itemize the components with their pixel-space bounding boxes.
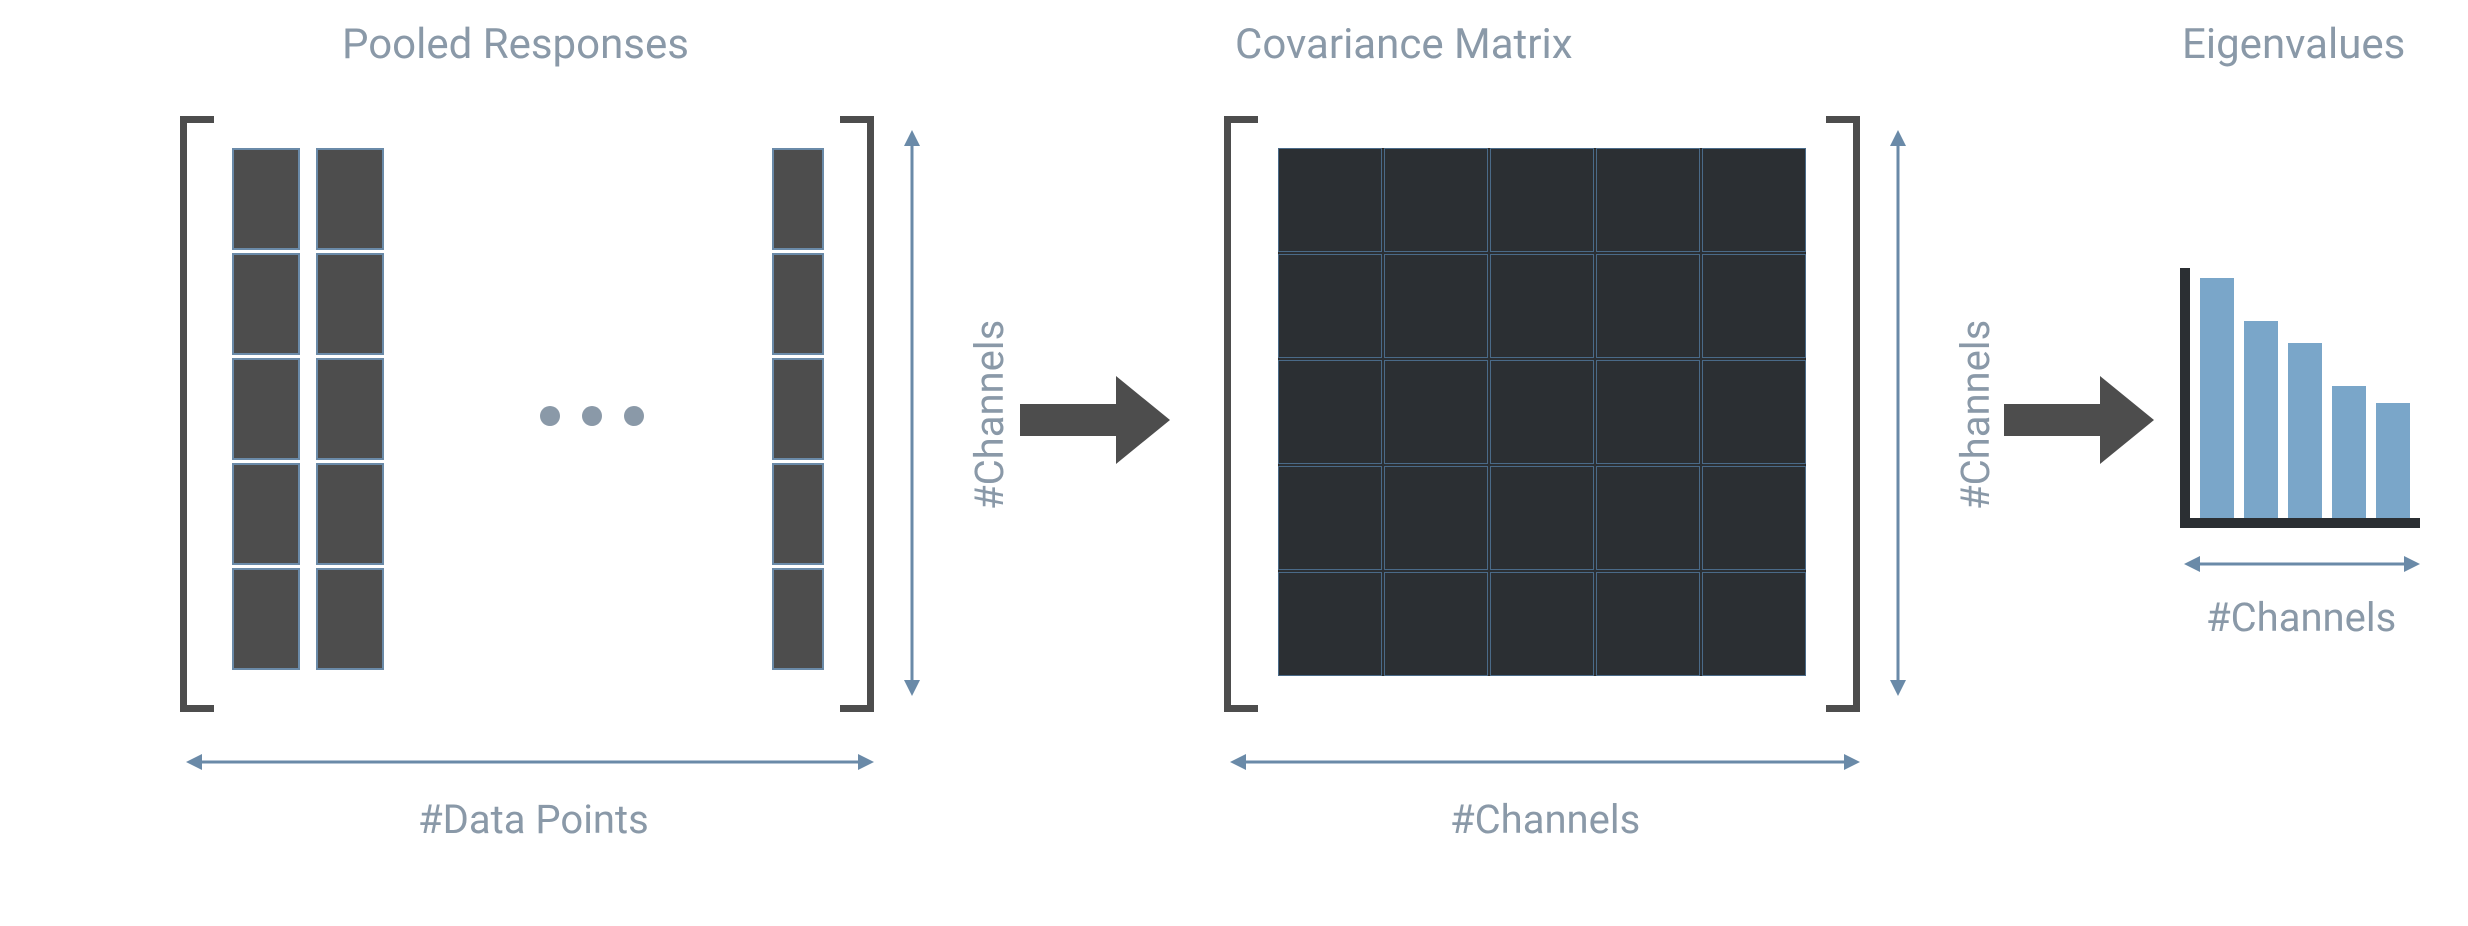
- matrix-cell: [1384, 360, 1488, 464]
- chart-bar: [2376, 403, 2410, 518]
- diagram-canvas: Pooled Responses Covariance Matrix Eigen…: [0, 0, 2468, 926]
- matrix-cell: [1490, 254, 1594, 358]
- matrix-cell: [1596, 466, 1700, 570]
- chart-x-axis: [2180, 518, 2420, 528]
- dim-arrow-channels-pooled: [898, 130, 926, 696]
- bracket-left-pooled: [180, 116, 214, 712]
- arrow-icon: [2004, 376, 2154, 464]
- matrix-cell: [316, 253, 384, 355]
- bracket-right-cov: [1826, 116, 1860, 712]
- matrix-cell: [1596, 572, 1700, 676]
- label-channels-cov-v: #Channels: [1952, 320, 1999, 510]
- dim-arrow-channels-eig: [2184, 550, 2420, 578]
- ellipsis-icon: [540, 406, 644, 426]
- bracket-left-cov: [1224, 116, 1258, 712]
- matrix-cell: [1702, 148, 1806, 252]
- dim-arrow-datapoints: [186, 748, 874, 776]
- matrix-cell: [1278, 360, 1382, 464]
- column-vector-2: [316, 148, 384, 670]
- column-vector-n: [772, 148, 824, 670]
- matrix-cell: [316, 148, 384, 250]
- matrix-cell: [232, 463, 300, 565]
- matrix-cell: [1278, 148, 1382, 252]
- eigenvalue-chart: [2180, 268, 2420, 528]
- chart-y-axis: [2180, 268, 2190, 528]
- chart-bar: [2332, 386, 2366, 518]
- matrix-cell: [1278, 254, 1382, 358]
- chart-bar: [2200, 278, 2234, 518]
- matrix-cell: [1702, 360, 1806, 464]
- matrix-cell: [1384, 466, 1488, 570]
- bracket-right-pooled: [840, 116, 874, 712]
- chart-bar: [2288, 343, 2322, 518]
- covariance-matrix: [1278, 148, 1806, 676]
- matrix-cell: [1702, 254, 1806, 358]
- matrix-cell: [232, 358, 300, 460]
- dot-icon: [624, 406, 644, 426]
- matrix-cell: [772, 568, 824, 670]
- label-channels-pooled: #Channels: [966, 320, 1013, 510]
- dot-icon: [540, 406, 560, 426]
- matrix-cell: [1490, 466, 1594, 570]
- matrix-cell: [1702, 466, 1806, 570]
- matrix-cell: [232, 253, 300, 355]
- matrix-cell: [1490, 360, 1594, 464]
- matrix-cell: [1490, 148, 1594, 252]
- matrix-cell: [1490, 572, 1594, 676]
- matrix-cell: [316, 358, 384, 460]
- matrix-cell: [1278, 572, 1382, 676]
- title-covariance: Covariance Matrix: [1235, 20, 1573, 69]
- dim-arrow-channels-cov-h: [1230, 748, 1860, 776]
- label-datapoints: #Data Points: [418, 796, 649, 843]
- label-channels-cov-h: #Channels: [1450, 796, 1640, 843]
- label-channels-eig: #Channels: [2206, 594, 2396, 641]
- dim-arrow-channels-cov-v: [1884, 130, 1912, 696]
- matrix-cell: [1596, 148, 1700, 252]
- matrix-cell: [316, 568, 384, 670]
- matrix-cell: [772, 253, 824, 355]
- matrix-cell: [772, 358, 824, 460]
- matrix-cell: [1384, 254, 1488, 358]
- matrix-cell: [232, 568, 300, 670]
- arrow-icon: [1020, 376, 1170, 464]
- matrix-cell: [772, 148, 824, 250]
- matrix-cell: [1384, 148, 1488, 252]
- matrix-cell: [772, 463, 824, 565]
- dot-icon: [582, 406, 602, 426]
- matrix-cell: [232, 148, 300, 250]
- matrix-cell: [1596, 254, 1700, 358]
- chart-bar: [2244, 321, 2278, 518]
- title-eigenvalues: Eigenvalues: [2182, 20, 2405, 69]
- matrix-cell: [1596, 360, 1700, 464]
- column-vector-1: [232, 148, 300, 670]
- matrix-cell: [1278, 466, 1382, 570]
- matrix-cell: [1702, 572, 1806, 676]
- matrix-cell: [316, 463, 384, 565]
- title-pooled: Pooled Responses: [342, 20, 689, 69]
- matrix-cell: [1384, 572, 1488, 676]
